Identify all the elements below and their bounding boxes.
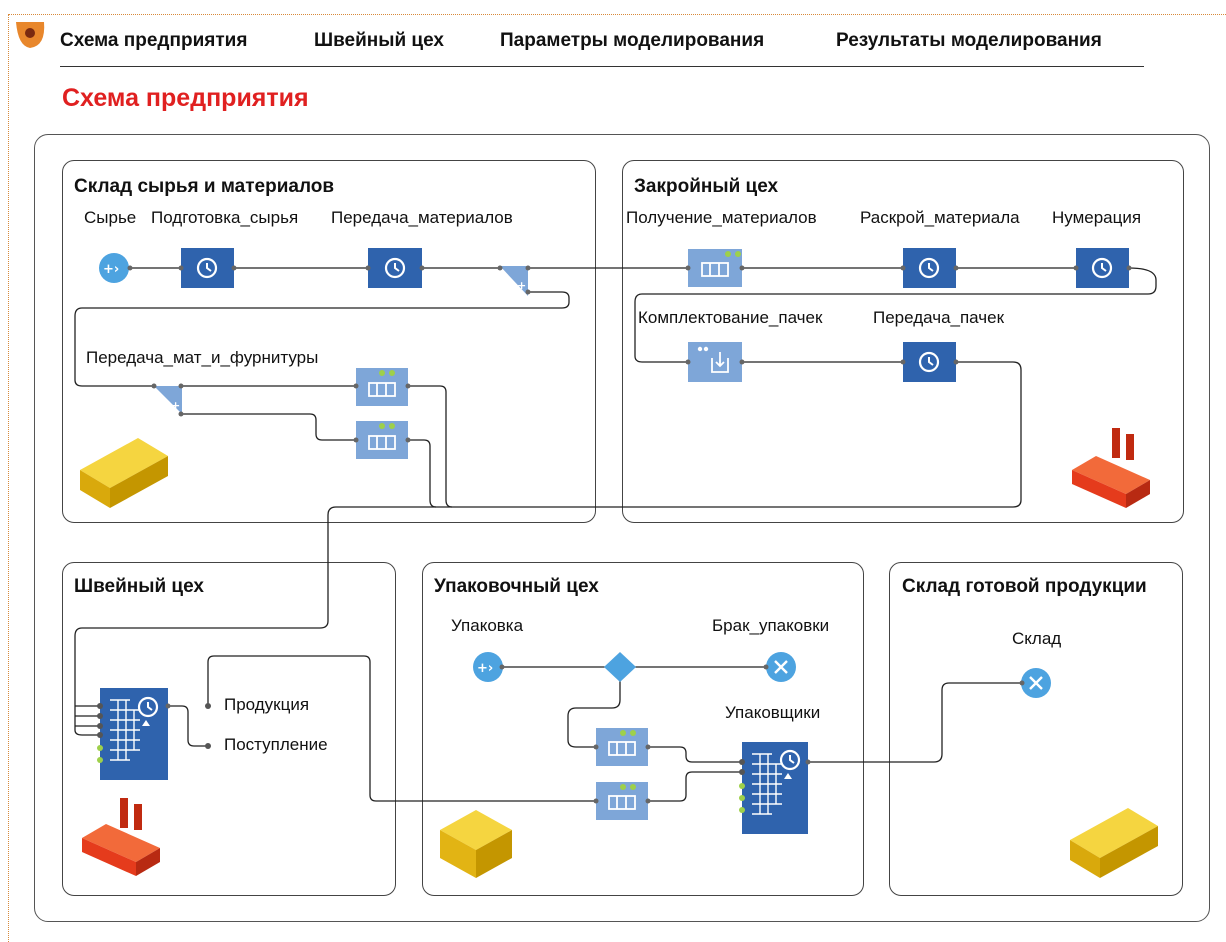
warehouse-icon-1 [80,438,168,508]
warehouse-icon-2 [1070,808,1158,878]
supply-port-dot[interactable] [205,743,211,749]
svg-text:+: + [517,279,526,292]
svg-text:+›: +› [103,262,119,277]
sewing-service-block[interactable] [100,688,168,780]
split-block-1[interactable]: + [500,266,528,296]
receive-materials-queue-block[interactable] [688,249,742,287]
factory-icon-2 [82,798,160,876]
storage-sink-block[interactable] [1021,668,1051,698]
numbering-delay-block[interactable] [1076,248,1129,288]
bundle-assembly-block[interactable] [688,342,742,382]
cut-material-delay-block[interactable] [903,248,956,288]
product-port-dot[interactable] [205,703,211,709]
svg-text:+›: +› [477,661,493,676]
source-raw-block[interactable]: +› [99,253,129,283]
select-output-diamond-block[interactable] [604,652,636,682]
svg-text:+: + [171,399,180,412]
packing-queue-block-1[interactable] [596,728,648,766]
connections [74,267,1157,802]
queue-block-1[interactable] [356,368,408,406]
split-block-2[interactable]: + [154,386,182,414]
packers-service-block[interactable] [742,742,808,834]
prep-raw-delay-block[interactable] [181,248,234,288]
packing-source-block[interactable]: +› [473,652,503,682]
box-icon [440,810,512,878]
queue-block-2[interactable] [356,421,408,459]
port-dots [127,265,1132,804]
transfer-materials-delay-block[interactable] [368,248,422,288]
factory-icon-1 [1072,428,1150,508]
packing-defect-sink-block[interactable] [766,652,796,682]
process-diagram: +› + + +› [74,248,1158,878]
packing-queue-block-2[interactable] [596,782,648,820]
transfer-bundles-delay-block[interactable] [903,342,956,382]
